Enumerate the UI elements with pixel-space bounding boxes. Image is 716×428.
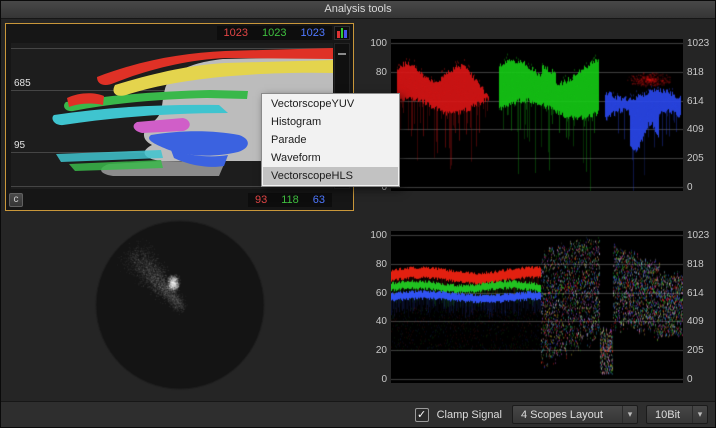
- menu-item-parade[interactable]: Parade: [263, 131, 398, 149]
- max-value-blue: 1023: [300, 27, 325, 39]
- mini-bar-blue: [344, 30, 348, 38]
- axis-label: 0: [687, 374, 693, 385]
- max-value-red: 1023: [223, 27, 249, 39]
- bit-depth-value: 10Bit: [655, 408, 681, 421]
- footer-bar: ✓ Clamp Signal 4 Scopes Layout ▾ 10Bit ▾: [1, 401, 715, 427]
- axis-label: 409: [687, 124, 704, 135]
- parade-canvas[interactable]: [391, 39, 683, 191]
- analysis-tools-window: Analysis tools 1023 1023 1023 685 95 93 …: [0, 0, 716, 428]
- menu-item-vectorscope-hls[interactable]: VectorscopeHLS: [263, 167, 398, 185]
- y-axis-label: 685: [14, 78, 31, 89]
- titlebar[interactable]: Analysis tools: [1, 1, 715, 19]
- scopes-layout-value: 4 Scopes Layout: [521, 408, 603, 421]
- axis-label: 20: [375, 345, 387, 356]
- axis-label: 40: [375, 316, 387, 327]
- axis-label: 205: [687, 345, 704, 356]
- scopes-layout-dropdown[interactable]: 4 Scopes Layout ▾: [512, 405, 638, 424]
- axis-label: 80: [375, 259, 387, 270]
- bit-depth-dropdown[interactable]: 10Bit ▾: [646, 405, 708, 424]
- clamp-signal-label[interactable]: Clamp Signal: [437, 409, 502, 421]
- dropdown-arrow-icon: ▾: [622, 406, 637, 423]
- scope-context-menu: VectorscopeYUV Histogram Parade Waveform…: [261, 93, 400, 187]
- axis-label: 409: [687, 316, 704, 327]
- menu-item-waveform[interactable]: Waveform: [263, 149, 398, 167]
- vectorscope: [5, 215, 357, 401]
- axis-label: 818: [687, 259, 704, 270]
- axis-label: 0: [381, 374, 387, 385]
- axis-label: 80: [375, 67, 387, 78]
- axis-label: 614: [687, 288, 704, 299]
- axis-label: 100: [370, 38, 387, 49]
- current-value-blue: 63: [312, 194, 325, 206]
- parade-scope: 100 80 60 40 20 0 1023 818 614 409 205 0: [357, 23, 713, 211]
- axis-label: 100: [370, 230, 387, 241]
- max-value-green: 1023: [262, 27, 287, 39]
- axis-label: 818: [687, 67, 704, 78]
- axis-label: 205: [687, 153, 704, 164]
- corner-c-button[interactable]: c: [9, 193, 23, 207]
- scope-current-values: 93 118 63: [247, 193, 332, 207]
- vectorscope-canvas[interactable]: [5, 215, 357, 401]
- menu-item-vectorscope-yuv[interactable]: VectorscopeYUV: [263, 95, 398, 113]
- y-axis-label: 95: [14, 140, 26, 151]
- scope-max-values: 1023 1023 1023: [216, 26, 332, 40]
- checkmark-icon: ✓: [416, 408, 427, 421]
- axis-label: 614: [687, 96, 704, 107]
- window-title: Analysis tools: [324, 3, 392, 15]
- mini-bar-red: [337, 31, 340, 38]
- axis-label: 60: [375, 288, 387, 299]
- clamp-signal-checkbox[interactable]: ✓: [414, 407, 429, 422]
- current-value-red: 93: [254, 194, 268, 206]
- axis-label: 1023: [687, 230, 710, 241]
- mini-bar-green: [340, 28, 344, 38]
- axis-label: 0: [687, 182, 693, 193]
- waveform-canvas[interactable]: [391, 231, 683, 383]
- histogram-layer-cyan-low: [56, 150, 163, 162]
- histogram-layer-magenta: [133, 118, 190, 133]
- dropdown-arrow-icon: ▾: [692, 406, 707, 423]
- axis-label: 1023: [687, 38, 710, 49]
- mini-rgb-histogram-icon: [334, 26, 350, 40]
- menu-item-histogram[interactable]: Histogram: [263, 113, 398, 131]
- current-value-green: 118: [281, 194, 299, 206]
- waveform-scope: 100 80 60 40 20 0 1023 818 614 409 205 0: [357, 215, 713, 403]
